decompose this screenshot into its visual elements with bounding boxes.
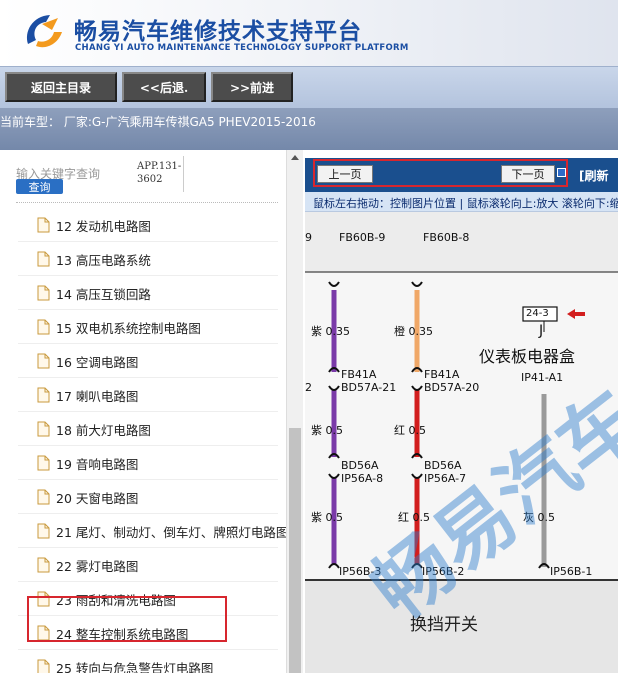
tree-item-label: 14 高压互锁回路 <box>56 286 151 302</box>
document-icon <box>37 251 50 267</box>
app-header: 畅易汽车维修技术支持平台 CHANG YI AUTO MAINTENANCE T… <box>0 0 618 66</box>
tree-item-label: 13 高压电路系统 <box>56 252 151 268</box>
back-button[interactable]: <<后退. <box>122 72 206 102</box>
wire-label: 紫 0.35 <box>311 325 350 338</box>
tree-item[interactable]: 20 天窗电路图 <box>37 486 138 508</box>
document-icon <box>37 557 50 573</box>
tree-item[interactable]: 17 喇叭电路图 <box>37 384 138 406</box>
prev-page-button[interactable]: 上一页 <box>317 165 373 183</box>
module-code: IP41-A1 <box>521 371 564 384</box>
diagram-viewer: 上一页 下一页 [刷新 鼠标左右拖动：控制图片位置 | 鼠标滚轮向上:放大 滚轮… <box>305 150 618 673</box>
brand-subtitle: CHANG YI AUTO MAINTENANCE TECHNOLOGY SUP… <box>75 43 409 53</box>
tree-item-label: 20 天窗电路图 <box>56 490 139 506</box>
search-area: 输入关键字查询 查询 APP.131- 3602 <box>0 150 286 200</box>
document-icon <box>37 217 50 233</box>
refresh-link[interactable]: [刷新 <box>579 167 609 184</box>
app-code: APP.131- 3602 <box>137 161 182 185</box>
ref-letter: J <box>539 323 544 339</box>
wiring-diagram[interactable]: 9 FB60B-9 FB60B-8 24-3 J 仪表板电器盒 IP41-A1 … <box>305 212 618 673</box>
sidebar-scrollbar[interactable] <box>286 150 303 673</box>
document-icon <box>37 421 50 437</box>
ref-box-label: 24-3 <box>526 308 549 319</box>
document-icon <box>37 489 50 505</box>
tree-item-label: 22 雾灯电路图 <box>56 558 139 574</box>
module-title: 仪表板电器盒 <box>479 347 576 366</box>
home-button[interactable]: 返回主目录 <box>5 72 117 102</box>
document-icon <box>37 387 50 403</box>
document-icon <box>37 319 50 335</box>
connector-label: IP56A-8 <box>341 472 384 485</box>
tree-item[interactable]: 15 双电机系统控制电路图 <box>37 316 201 338</box>
hint-text: 鼠标左右拖动：控制图片位置 | 鼠标滚轮向上:放大 滚轮向下:缩小 <box>313 197 618 210</box>
document-icon <box>37 523 50 539</box>
tree-item[interactable]: 16 空调电路图 <box>37 350 138 372</box>
tree-item[interactable]: 12 发动机电路图 <box>37 214 151 236</box>
document-icon <box>37 285 50 301</box>
document-icon <box>37 455 50 471</box>
tree-item[interactable]: 18 前大灯电路图 <box>37 418 151 440</box>
sidebar: 输入关键字查询 查询 APP.131- 3602 12 发动机电路图 13 高压电… <box>0 150 303 673</box>
current-model-text: 当前车型： 厂家:G-广汽乘用车传祺GA5 PHEV2015-2016 <box>0 115 316 129</box>
tree-item[interactable]: 21 尾灯、制动灯、倒车灯、牌照灯电路图 <box>37 520 288 542</box>
wire-label: 紫 0.5 <box>311 511 343 524</box>
connector-label: BD56A <box>341 459 379 472</box>
connector-label: IP56B-1 <box>550 565 593 578</box>
connector-label: FB60B-8 <box>423 231 470 244</box>
tree-item-label: 25 转向与危急警告灯电路图 <box>56 660 214 673</box>
connector-label: FB41A <box>341 368 377 381</box>
tree-item-label: 21 尾灯、制动灯、倒车灯、牌照灯电路图 <box>56 524 289 540</box>
tree-item[interactable]: 14 高压互锁回路 <box>37 282 151 304</box>
selected-item-highlight <box>27 596 227 642</box>
tree-item[interactable]: 25 转向与危急警告灯电路图 <box>37 656 213 673</box>
tree-item-label: 18 前大灯电路图 <box>56 422 151 438</box>
connector-label: FB60B-9 <box>339 231 386 244</box>
tree-item[interactable]: 13 高压电路系统 <box>37 248 151 270</box>
document-icon <box>37 353 50 369</box>
tree-item-label: 19 音响电路图 <box>56 456 139 472</box>
tree-item-label: 12 发动机电路图 <box>56 218 151 234</box>
tree-item-label: 15 双电机系统控制电路图 <box>56 320 201 336</box>
edge-label: 9 <box>305 231 312 244</box>
edge-label: 2 <box>305 381 312 394</box>
hint-bar: 鼠标左右拖动：控制图片位置 | 鼠标滚轮向上:放大 滚轮向下:缩小 <box>305 192 618 212</box>
wire-label: 紫 0.5 <box>311 424 343 437</box>
nav-toolbar: 返回主目录 <<后退. >>前进 <box>0 66 618 108</box>
wire-label: 红 0.5 <box>394 424 426 437</box>
connector-label: BD57A-21 <box>341 381 397 394</box>
tree-item[interactable]: 19 音响电路图 <box>37 452 138 474</box>
cy-logo-icon <box>26 15 62 48</box>
wire-label: 橙 0.35 <box>394 325 433 338</box>
brand-title: 畅易汽车维修技术支持平台 <box>74 19 362 45</box>
connector-label: BD57A-20 <box>424 381 480 394</box>
tree-item-label: 17 喇叭电路图 <box>56 388 139 404</box>
next-page-icon[interactable] <box>557 168 566 177</box>
document-icon <box>37 659 50 673</box>
forward-button[interactable]: >>前进 <box>211 72 293 102</box>
next-page-button[interactable]: 下一页 <box>501 165 555 183</box>
scroll-up-icon[interactable] <box>291 155 299 160</box>
tree-item[interactable]: 22 雾灯电路图 <box>37 554 138 576</box>
tree-item-label: 16 空调电路图 <box>56 354 139 370</box>
current-model-bar: 当前车型： 厂家:G-广汽乘用车传祺GA5 PHEV2015-2016 <box>0 108 618 150</box>
connector-label: FB41A <box>424 368 460 381</box>
search-button[interactable]: 查询 <box>16 179 63 194</box>
scroll-thumb[interactable] <box>289 428 301 673</box>
